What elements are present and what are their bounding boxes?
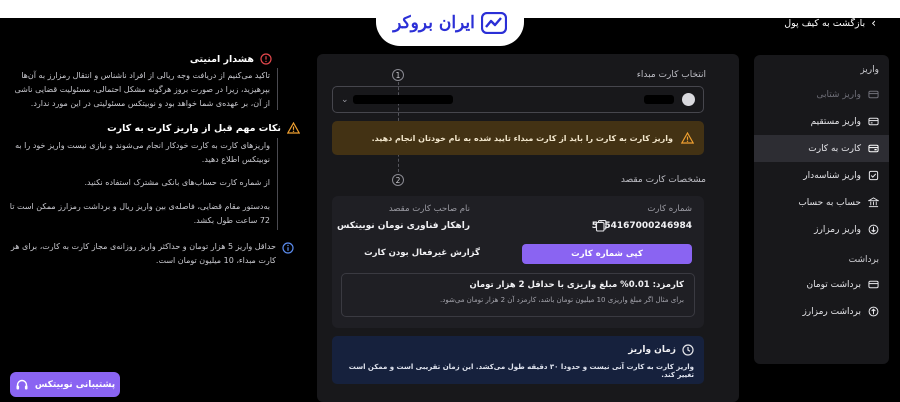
origin-card-warning: واریز کارت به کارت را باید از کارت مبداء… (332, 121, 704, 155)
deposit-time-box: زمان واریز واریز کارت به کارت آنی نیست و… (332, 336, 704, 384)
sidebar-item-label: برداشت تومان (806, 279, 861, 290)
crypto-deposit-icon (868, 224, 879, 235)
sidebar-item-shetab[interactable]: واریز شتابی (754, 81, 889, 108)
support-label: پشتیبانی نوبیتکس (34, 379, 116, 390)
sidebar-item-toman-withdraw[interactable]: برداشت تومان (754, 271, 889, 298)
deposit-sidebar: واریز واریز شتابی واریز مستقیم کارت به ک… (754, 55, 889, 364)
clock-icon (682, 344, 694, 356)
sidebar-item-label: واریز شتابی (816, 89, 861, 100)
toman-withdraw-icon (868, 280, 879, 289)
chevron-right-icon: › (871, 16, 876, 30)
origin-card-select[interactable]: ⌄ (332, 86, 704, 113)
deposit-limit-text: حداقل واریز 5 هزار تومان و حداکثر واریز … (10, 242, 276, 265)
sidebar-item-card-to-card[interactable]: کارت به کارت (754, 135, 889, 162)
warning-triangle-icon (287, 122, 300, 134)
card-number-header: شماره کارت (647, 204, 692, 214)
back-to-wallet-link[interactable]: › بازگشت به کیف پول (784, 16, 876, 30)
step-1-label: انتخاب کارت مبداء (636, 70, 706, 80)
sidebar-item-label: کارت به کارت (808, 143, 861, 154)
masked-card-owner (352, 95, 453, 104)
info-circle-icon (282, 242, 294, 254)
bank-building-icon (868, 197, 879, 208)
sidebar-item-label: برداشت رمزارز (802, 306, 861, 317)
sidebar-item-direct-deposit[interactable]: واریز مستقیم (754, 108, 889, 135)
back-label: بازگشت به کیف پول (784, 17, 866, 29)
sidebar-section-withdraw: برداشت (848, 255, 879, 265)
deposit-time-text: واریز کارت به کارت آنی نیست و حدودا ۳۰ د… (348, 363, 694, 379)
origin-card-warning-text: واریز کارت به کارت را باید از کارت مبداء… (371, 133, 673, 143)
security-warning-title: هشدار امنیتی (190, 53, 272, 65)
crypto-withdraw-icon (868, 306, 879, 317)
fee-title: کارمزد: 0.01% مبلغ واریزی با حداقل 2 هزا… (469, 280, 684, 290)
id-deposit-icon (868, 170, 879, 181)
copy-card-number-button[interactable]: کپی شماره کارت (522, 244, 692, 264)
copy-icon[interactable] (595, 219, 608, 232)
sidebar-item-label: واریز رمزارز (814, 224, 861, 235)
alert-circle-icon (260, 53, 272, 65)
warning-triangle-icon (681, 132, 694, 144)
sidebar-item-label: حساب به حساب (798, 197, 861, 208)
support-button[interactable]: پشتیبانی نوبیتکس (10, 372, 120, 397)
sidebar-section-deposit: واریز (860, 65, 879, 75)
bank-logo-icon (682, 93, 695, 106)
sidebar-item-account-to-account[interactable]: حساب به حساب (754, 189, 889, 216)
step-1-badge: 1 (392, 69, 404, 81)
chevron-down-icon: ⌄ (341, 94, 349, 105)
sidebar-item-crypto-withdraw[interactable]: برداشت رمزارز (754, 298, 889, 325)
shetab-icon (868, 90, 879, 99)
owner-header: نام صاحب کارت مقصد (388, 204, 470, 214)
tips-title: نکات مهم قبل از واریز کارت به کارت (107, 122, 300, 134)
card-transfer-icon (868, 144, 879, 153)
headset-icon (16, 379, 28, 389)
sidebar-item-crypto-deposit[interactable]: واریز رمزارز (754, 216, 889, 243)
brand-logo[interactable]: ایران بروکر (376, 0, 524, 46)
security-divider (277, 68, 278, 110)
destination-owner-name: راهکار فناوری نومان نوبیتکس (336, 221, 470, 231)
tip-auto-deposit: واریزهای کارت به کارت خودکار انجام می‌شو… (15, 141, 270, 164)
tip-shared-accounts: از شماره کارت حساب‌های بانکی مشترک استفا… (84, 178, 271, 187)
brand-name: ایران بروکر (393, 13, 475, 33)
sidebar-item-id-deposit[interactable]: واریز شناسه‌دار (754, 162, 889, 189)
sidebar-item-label: واریز شناسه‌دار (803, 170, 861, 181)
step-2-badge: 2 (392, 174, 404, 186)
tip-judicial-delay: به‌دستور مقام قضایی، فاصله‌ی بین واریز ر… (9, 202, 270, 225)
sidebar-item-label: واریز مستقیم (810, 116, 861, 127)
fee-info-box: کارمزد: 0.01% مبلغ واریزی با حداقل 2 هزا… (341, 273, 695, 317)
step-2-label: مشخصات کارت مقصد (620, 175, 706, 185)
brand-logo-icon (480, 12, 507, 34)
deposit-time-title: زمان واریز (628, 345, 676, 355)
tips-divider (277, 138, 278, 230)
security-warning-text: تاکید می‌کنیم از دریافت وجه ریالی از افر… (14, 71, 270, 108)
bank-card-icon (868, 117, 879, 126)
fee-example: برای مثال اگر مبلغ واریزی 10 میلیون توما… (440, 296, 684, 304)
masked-card-number (644, 95, 674, 104)
report-inactive-card-link[interactable]: گزارش غیرفعال بودن کارت (342, 248, 502, 258)
